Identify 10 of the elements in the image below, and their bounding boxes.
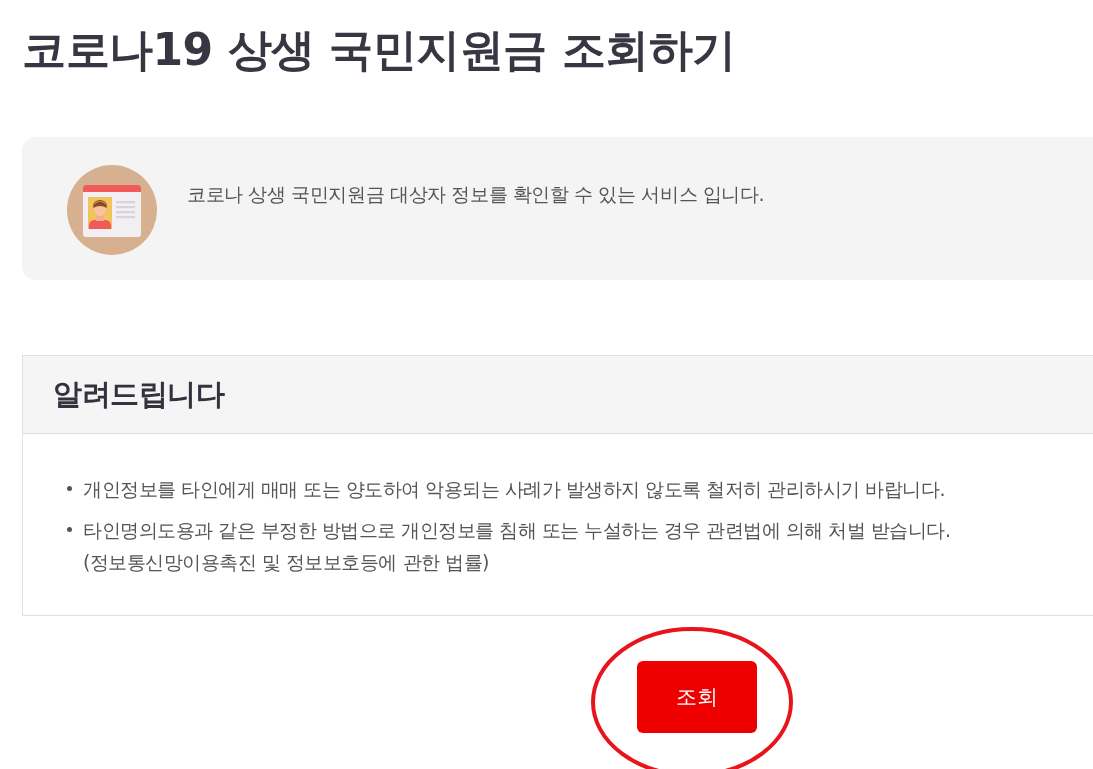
notice-title: 알려드립니다 bbox=[53, 375, 224, 413]
id-card-icon bbox=[67, 164, 157, 255]
notice-text: 개인정보를 타인에게 매매 또는 양도하여 악용되는 사례가 발생하지 않도록 철저히 관리하시기 바랍니다. bbox=[83, 477, 945, 502]
notice-text: 타인명의도용과 같은 부정한 방법으로 개인정보를 침해 또는 누설하는 경우 관련법에 의해 처벌 받습니다. bbox=[83, 518, 951, 543]
info-text: 코로나 상생 국민지원금 대상자 정보를 확인할 수 있는 서비스 입니다. bbox=[187, 181, 765, 207]
law-reference-text: (정보통신망이용촉진 및 정보보호등에 관한 법률) bbox=[83, 550, 490, 575]
bullet-icon bbox=[67, 527, 72, 532]
lookup-button[interactable]: 조회 bbox=[637, 661, 757, 733]
bullet-icon bbox=[67, 486, 72, 491]
page-title: 코로나19 상생 국민지원금 조회하기 bbox=[22, 23, 737, 77]
